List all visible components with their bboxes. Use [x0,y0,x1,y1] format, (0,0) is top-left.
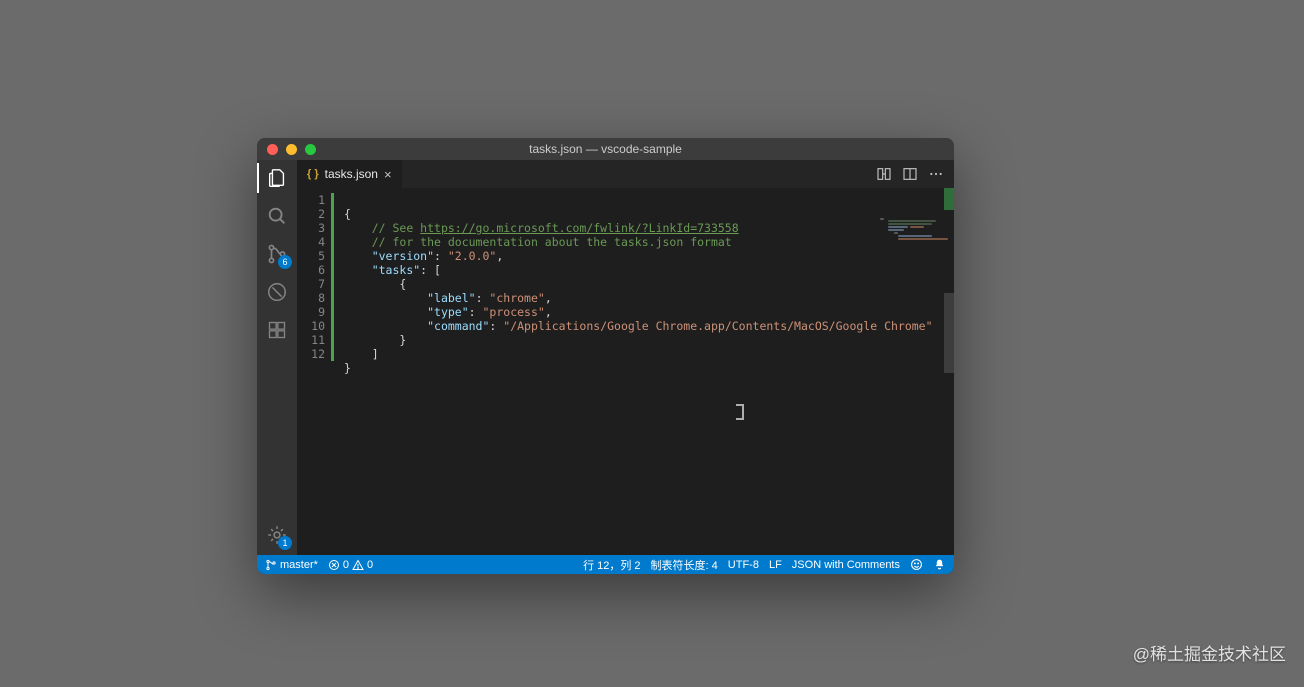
text-cursor [739,405,741,419]
json-file-icon: { } [307,168,319,180]
code-link[interactable]: https://go.microsoft.com/fwlink/?LinkId=… [420,221,739,235]
extensions-icon [267,320,287,340]
open-changes-button[interactable] [876,166,892,182]
code-key: "label" [427,291,475,305]
scm-badge: 6 [278,255,292,269]
code-string: "chrome" [489,291,544,305]
tabs-row: { } tasks.json × [297,160,954,188]
editor-toolbar [866,160,954,188]
warning-icon [352,559,364,571]
code-key: "tasks" [372,263,420,277]
files-icon [266,167,288,189]
line-number: 2 [297,207,325,221]
window-body: 6 1 { } tasks.json × [257,160,954,555]
tab-label: tasks.json [325,167,378,181]
line-number: 9 [297,305,325,319]
window-fullscreen-button[interactable] [305,144,316,155]
ellipsis-icon [928,166,944,182]
minimap[interactable] [880,218,950,244]
compare-icon [876,166,892,182]
editor-surface[interactable]: 1 2 3 4 5 6 7 8 9 10 11 12 [297,188,954,555]
status-branch-label: master* [280,559,318,571]
line-number: 12 [297,347,325,361]
status-cursor-position[interactable]: 行 12，列 2 [583,557,640,573]
code-string: "process" [483,305,545,319]
line-number: 7 [297,277,325,291]
status-errors-count: 0 [343,559,349,571]
status-problems[interactable]: 0 0 [328,559,373,571]
scrollbar-thumb[interactable] [944,293,954,373]
search-icon [266,205,288,227]
code-content[interactable]: { // See https://go.microsoft.com/fwlink… [334,188,954,555]
bell-icon [933,558,946,571]
image-watermark: @稀土掘金技术社区 [1133,640,1286,665]
activity-debug[interactable] [265,280,289,304]
settings-badge: 1 [278,536,292,550]
line-number-gutter: 1 2 3 4 5 6 7 8 9 10 11 12 [297,188,331,555]
code-key: "command" [427,319,489,333]
line-number: 6 [297,263,325,277]
error-icon [328,559,340,571]
split-icon [902,166,918,182]
status-warnings-count: 0 [367,559,373,571]
overview-ruler[interactable] [944,188,954,555]
activity-search[interactable] [265,204,289,228]
activity-bar: 6 1 [257,160,297,555]
debug-icon [266,281,288,303]
code-comment: // for the documentation about the tasks… [372,235,732,249]
vscode-window: tasks.json — vscode-sample 6 [257,138,954,574]
window-close-button[interactable] [267,144,278,155]
status-bar: master* 0 0 行 12，列 2 制表符长度: 4 UTF-8 LF J… [257,555,954,574]
code-comment: // See [372,221,420,235]
split-editor-button[interactable] [902,166,918,182]
tab-tasks-json[interactable]: { } tasks.json × [297,160,403,188]
status-language[interactable]: JSON with Comments [792,559,900,571]
line-number: 10 [297,319,325,333]
activity-settings[interactable]: 1 [265,523,289,547]
status-notifications[interactable] [933,558,946,571]
line-number: 4 [297,235,325,249]
status-branch[interactable]: master* [265,559,318,571]
tab-close-button[interactable]: × [384,168,392,181]
code-key: "type" [427,305,469,319]
activity-extensions[interactable] [265,318,289,342]
line-number: 8 [297,291,325,305]
more-actions-button[interactable] [928,166,944,182]
line-number: 5 [297,249,325,263]
status-eol[interactable]: LF [769,559,782,571]
git-branch-icon [265,559,277,571]
window-title: tasks.json — vscode-sample [257,142,954,156]
status-indentation[interactable]: 制表符长度: 4 [651,557,718,573]
title-bar[interactable]: tasks.json — vscode-sample [257,138,954,160]
status-feedback[interactable] [910,558,923,571]
line-number: 1 [297,193,325,207]
activity-explorer[interactable] [265,166,289,190]
status-encoding[interactable]: UTF-8 [728,559,759,571]
line-number: 3 [297,221,325,235]
line-number: 11 [297,333,325,347]
editor-area: { } tasks.json × [297,160,954,555]
smiley-icon [910,558,923,571]
code-string: "2.0.0" [448,249,496,263]
window-minimize-button[interactable] [286,144,297,155]
code-key: "version" [372,249,434,263]
code-string: "/Applications/Google Chrome.app/Content… [503,319,932,333]
traffic-lights [267,144,316,155]
activity-scm[interactable]: 6 [265,242,289,266]
